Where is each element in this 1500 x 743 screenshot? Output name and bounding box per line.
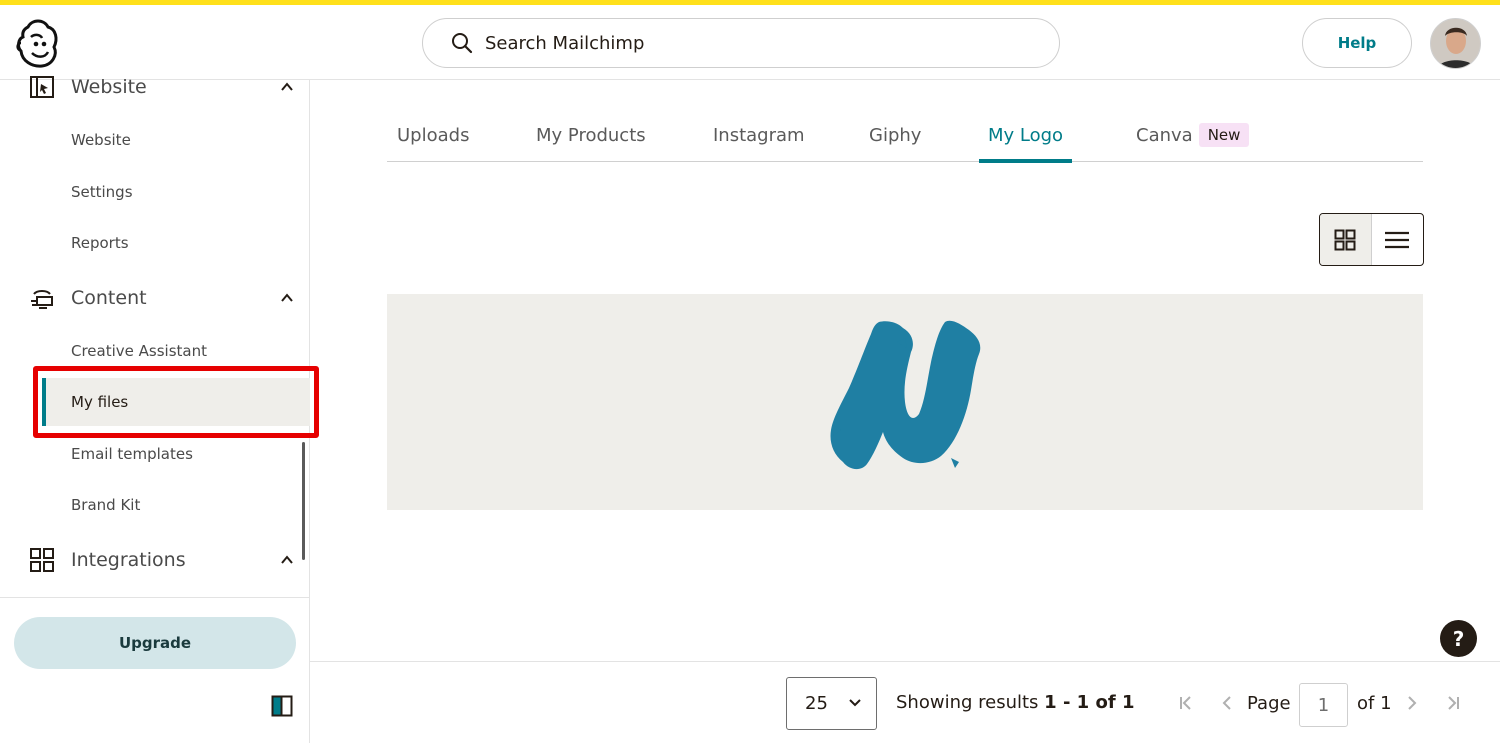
sidebar-section-label: Integrations xyxy=(71,549,186,571)
previous-page-icon[interactable] xyxy=(1218,694,1236,712)
chevron-up-icon[interactable] xyxy=(280,553,294,567)
avatar-photo-icon xyxy=(1431,19,1480,68)
list-view-icon xyxy=(1385,231,1410,248)
brand-logo-image-icon xyxy=(830,320,981,470)
upgrade-button[interactable]: Upgrade xyxy=(14,617,296,669)
results-prefix: Showing results xyxy=(896,692,1045,713)
page-label: Page xyxy=(1247,693,1291,714)
sidebar-item-reports[interactable]: Reports xyxy=(0,219,310,267)
results-range: 1 - 1 of 1 xyxy=(1044,692,1135,713)
sidebar-item-label: Website xyxy=(71,131,131,149)
tab-instagram[interactable]: Instagram xyxy=(713,108,805,162)
new-badge: New xyxy=(1198,123,1250,147)
file-source-tabs: Uploads My Products Instagram Giphy My L… xyxy=(387,108,1423,163)
view-toggle xyxy=(1319,213,1424,266)
logo-preview-card[interactable] xyxy=(387,294,1423,510)
page-total: of 1 xyxy=(1357,693,1392,714)
search-input[interactable]: Search Mailchimp xyxy=(485,33,644,54)
mailchimp-logo-icon[interactable] xyxy=(14,17,62,69)
chevron-up-icon[interactable] xyxy=(280,80,294,94)
sidebar-scrollbar[interactable] xyxy=(302,442,305,560)
first-page-icon[interactable] xyxy=(1177,694,1195,712)
sidebar-divider xyxy=(0,597,310,598)
search-icon xyxy=(452,33,473,54)
tab-canva[interactable]: Canva New xyxy=(1136,108,1250,162)
chevron-down-icon xyxy=(849,699,861,707)
collapse-sidebar-icon[interactable] xyxy=(271,695,293,717)
tab-uploads[interactable]: Uploads xyxy=(397,108,469,162)
sidebar-item-label: Brand Kit xyxy=(71,496,141,514)
sidebar-section-label: Content xyxy=(71,287,147,309)
sidebar-item-label: Creative Assistant xyxy=(71,342,207,360)
per-page-value: 25 xyxy=(805,693,828,714)
user-avatar[interactable] xyxy=(1430,18,1481,69)
per-page-select[interactable]: 25 xyxy=(786,677,877,730)
sidebar-section-content[interactable]: Content xyxy=(0,278,310,318)
chevron-up-icon[interactable] xyxy=(280,291,294,305)
sidebar-item-website[interactable]: Website xyxy=(0,116,310,164)
sidebar-item-label: Email templates xyxy=(71,445,193,463)
tab-giphy[interactable]: Giphy xyxy=(869,108,921,162)
help-fab-button[interactable]: ? xyxy=(1440,620,1477,657)
results-summary: Showing results 1 - 1 of 1 xyxy=(896,692,1134,713)
last-page-icon[interactable] xyxy=(1444,694,1462,712)
website-icon xyxy=(30,76,54,98)
help-button[interactable]: Help xyxy=(1302,18,1412,68)
grid-view-button[interactable] xyxy=(1320,214,1372,265)
sidebar-item-label: Reports xyxy=(71,234,129,252)
page-number-input[interactable]: 1 xyxy=(1299,683,1348,727)
next-page-icon[interactable] xyxy=(1403,694,1421,712)
sidebar-item-label: Settings xyxy=(71,183,133,201)
integrations-icon xyxy=(30,548,54,572)
pagination-footer: 25 Showing results 1 - 1 of 1 Page 1 of … xyxy=(310,661,1500,743)
tab-my-logo[interactable]: My Logo xyxy=(978,108,1073,163)
search-bar[interactable]: Search Mailchimp xyxy=(422,18,1060,68)
grid-view-icon xyxy=(1334,229,1356,250)
sidebar-item-brand-kit[interactable]: Brand Kit xyxy=(0,481,310,529)
sidebar-item-email-templates[interactable]: Email templates xyxy=(0,430,310,478)
sidebar-section-integrations[interactable]: Integrations xyxy=(0,540,310,580)
sidebar-item-settings[interactable]: Settings xyxy=(0,168,310,216)
tab-canva-label: Canva xyxy=(1136,124,1193,146)
sidebar-section-label: Website xyxy=(71,76,147,98)
list-view-button[interactable] xyxy=(1372,214,1424,265)
sidebar-section-website[interactable]: Website xyxy=(0,67,310,107)
tab-my-products[interactable]: My Products xyxy=(536,108,646,162)
highlight-annotation-box xyxy=(33,366,319,438)
content-icon xyxy=(31,290,53,309)
sidebar: Website Website Settings Reports Content… xyxy=(0,76,319,743)
